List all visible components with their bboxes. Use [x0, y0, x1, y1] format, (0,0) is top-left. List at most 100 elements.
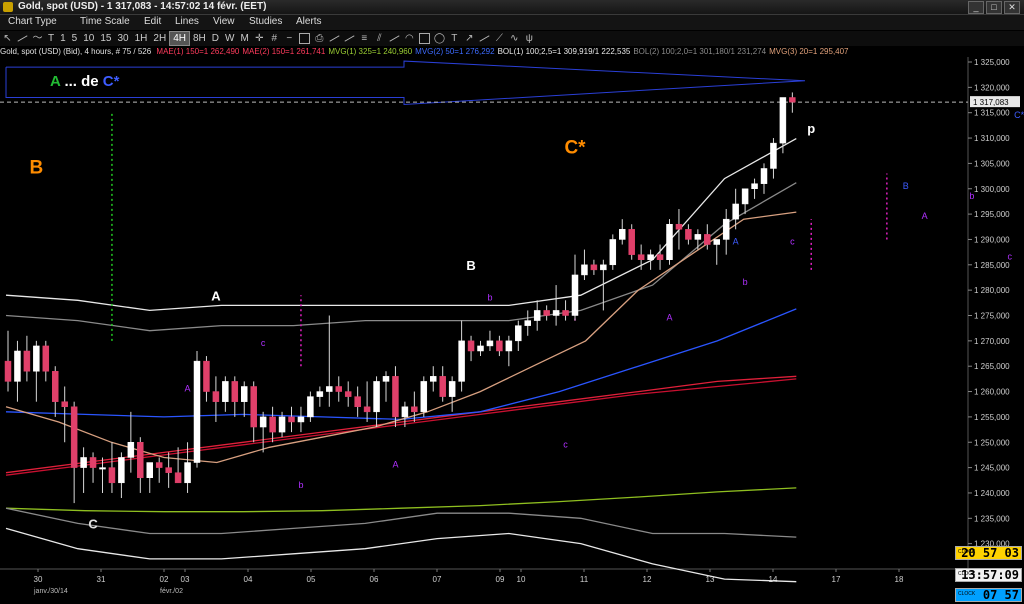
wave-label: p [807, 121, 815, 136]
period-1h[interactable]: 1H [132, 32, 151, 45]
period-day[interactable]: D [209, 32, 222, 45]
candle [609, 234, 617, 270]
period-2h[interactable]: 2H [150, 32, 169, 45]
minimize-icon[interactable]: _ [968, 1, 984, 14]
trendline-tool-icon[interactable] [329, 33, 340, 44]
period-tick[interactable]: T [45, 32, 57, 45]
menu-time-scale[interactable]: Time Scale [80, 16, 130, 27]
period-5m[interactable]: 5 [69, 32, 81, 45]
parallel-tool-icon[interactable] [479, 33, 490, 44]
y-tick-label: 1 240,000 [974, 489, 1010, 498]
menu-view[interactable]: View [213, 16, 235, 27]
indicator-item[interactable]: BOL(2) 100;2,0=1 301,180/1 231,274 [633, 47, 766, 56]
candle-body [137, 442, 144, 478]
candle-body [713, 239, 720, 245]
wave-label: A [666, 313, 672, 323]
candle-body [108, 467, 116, 484]
menu-chart-type[interactable]: Chart Type [8, 16, 57, 27]
menu-studies[interactable]: Studies [249, 16, 282, 27]
candle-body [80, 457, 87, 468]
ray-tool-icon[interactable] [344, 33, 355, 44]
candle [543, 305, 550, 321]
wave-label: b [298, 480, 303, 490]
y-tick-label: 1 270,000 [974, 337, 1010, 346]
candle-body [99, 467, 106, 470]
candle [458, 320, 465, 392]
channel-tool-icon[interactable]: ⫽ [374, 33, 385, 44]
period-10m[interactable]: 10 [80, 32, 97, 45]
chart-line-icon[interactable] [17, 33, 28, 44]
candle [722, 209, 730, 255]
period-30m[interactable]: 30 [114, 32, 131, 45]
candle-body [609, 239, 617, 266]
candle [619, 219, 626, 245]
candle-body [552, 310, 560, 316]
app-icon [3, 2, 13, 12]
candle [241, 381, 248, 417]
period-4h[interactable]: 4H [169, 31, 190, 46]
y-tick-label: 1 260,000 [974, 388, 1010, 397]
candle [467, 335, 475, 362]
cursor-icon[interactable]: ↖ [2, 33, 13, 44]
indicator-item[interactable]: MVG(2) 50=1 276,292 [415, 47, 494, 56]
arrow-tool-icon[interactable]: ↗ [464, 33, 475, 44]
candle-body [571, 274, 579, 316]
candle [392, 366, 399, 428]
indicator-item[interactable]: MAE(2) 150=1 261,741 [242, 47, 325, 56]
candle-body [760, 168, 768, 184]
period-week[interactable]: W [222, 32, 237, 45]
crosshair-icon[interactable]: ✛ [254, 33, 265, 44]
print-icon[interactable]: ⎙ [314, 33, 325, 44]
period-8h[interactable]: 8H [190, 32, 209, 45]
close-icon[interactable]: ✕ [1004, 1, 1020, 14]
menu-bar: Chart Type Time Scale Edit Lines View St… [0, 15, 1024, 30]
candle [590, 259, 598, 275]
y-tick-label: 1 265,000 [974, 362, 1010, 371]
candle [155, 457, 163, 483]
grid-icon[interactable]: # [269, 33, 280, 44]
candle [496, 335, 503, 357]
y-tick-label: 1 295,000 [974, 210, 1010, 219]
candle-body [590, 264, 598, 271]
wave-label: A [185, 384, 191, 394]
maximize-icon[interactable]: □ [986, 1, 1002, 14]
period-1m[interactable]: 1 [57, 32, 69, 45]
rectangle-tool-icon[interactable] [418, 33, 430, 44]
ellipse-tool-icon[interactable]: ◯ [434, 33, 445, 44]
candle-body [335, 386, 342, 392]
period-month[interactable]: M [237, 32, 251, 45]
candle-body [392, 376, 399, 418]
wave-label: b [969, 191, 974, 201]
menu-lines[interactable]: Lines [175, 16, 199, 27]
price-chart[interactable]: 1 230,0001 235,0001 240,0001 245,0001 25… [0, 57, 1024, 604]
indicator-item[interactable]: MVG(1) 325=1 240,960 [328, 47, 412, 56]
pitchfork-tool-icon[interactable]: ψ [524, 33, 535, 44]
gann-tool-icon[interactable]: ⟋ [494, 33, 505, 44]
menu-alerts[interactable]: Alerts [296, 16, 322, 27]
candle-body [23, 350, 31, 372]
indicator-item[interactable]: MVG(3) 20=1 295,407 [769, 47, 848, 56]
menu-edit[interactable]: Edit [144, 16, 161, 27]
trend-icon[interactable]: 〜 [32, 33, 43, 44]
x-sub-label: janv./30/14 [33, 588, 68, 595]
fib-tool-icon[interactable]: ≡ [359, 33, 370, 44]
candle-body [259, 416, 267, 428]
zoom-box-icon[interactable] [298, 33, 310, 44]
indicator-item[interactable]: BOL(1) 100;2,5=1 309,919/1 222,535 [498, 47, 631, 56]
period-15m[interactable]: 15 [97, 32, 114, 45]
indicator-item[interactable]: MAE(1) 150=1 262,490 [156, 47, 239, 56]
zoom-out-icon[interactable]: − [284, 33, 295, 44]
angle-tool-icon[interactable] [389, 33, 400, 44]
y-tick-label: 1 320,000 [974, 83, 1010, 92]
wave-label: c [790, 237, 795, 247]
candle-body [146, 462, 153, 478]
text-tool-icon[interactable]: T [449, 33, 460, 44]
x-tick-label: 05 [307, 575, 316, 584]
candle [363, 381, 371, 422]
cycle-tool-icon[interactable]: ∿ [509, 33, 520, 44]
wave-label: c [261, 338, 266, 348]
candle-body [363, 406, 371, 413]
arc-tool-icon[interactable]: ◠ [404, 33, 415, 44]
candle-body [704, 234, 711, 245]
x-tick-label: 30 [34, 575, 43, 584]
